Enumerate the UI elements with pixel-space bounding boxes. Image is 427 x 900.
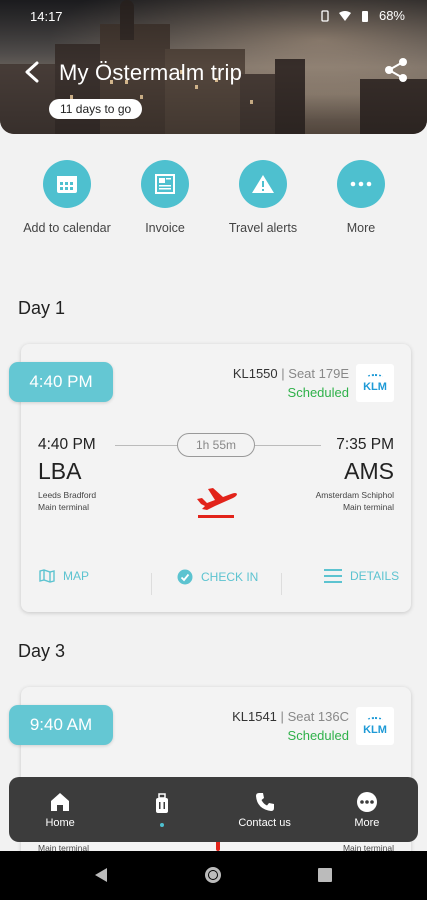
airline-logo: KLM — [356, 364, 394, 402]
header-banner: 14:17 68% My Östermalm trip 11 days to g… — [0, 0, 427, 134]
more-dots-icon — [356, 791, 377, 812]
more-actions-label: More — [346, 221, 376, 235]
trip-screen: 14:17 68% My Östermalm trip 11 days to g… — [0, 0, 427, 900]
battery-icon — [361, 10, 368, 22]
map-icon — [39, 569, 55, 583]
check-in-button[interactable]: CHECK IN — [177, 569, 258, 585]
flight-number: KL1541 | Seat 136C — [232, 709, 349, 724]
nav-more-label: More — [354, 816, 380, 829]
route-line-right — [255, 445, 321, 446]
flight-separator: | — [281, 366, 285, 381]
arrival-time: 7:35 PM — [336, 436, 394, 453]
flight-status: Scheduled — [287, 728, 349, 743]
departure-airport-code: LBA — [38, 458, 82, 484]
home-icon — [51, 792, 70, 811]
flight-code: KL1541 — [232, 709, 277, 724]
nav-more[interactable]: More — [316, 777, 418, 842]
map-button[interactable]: MAP — [39, 569, 89, 583]
arrival-airport-info: Amsterdam Schiphol Main terminal — [316, 489, 394, 513]
calendar-icon — [57, 176, 77, 193]
battery-level: 68% — [378, 8, 405, 23]
departure-terminal: Main terminal — [38, 502, 90, 512]
nav-contact[interactable]: Contact us — [214, 777, 316, 842]
bottom-navigation: Home Contact us More — [9, 777, 418, 842]
route-line-left — [115, 445, 177, 446]
vibrate-icon — [321, 9, 329, 22]
flight-duration: 1h 55m — [177, 433, 255, 457]
travel-alerts-label: Travel alerts — [228, 221, 298, 235]
luggage-icon — [156, 792, 169, 813]
airplane-takeoff-icon — [197, 488, 237, 518]
invoice-button[interactable]: Invoice — [116, 160, 214, 235]
share-icon[interactable] — [383, 57, 409, 83]
flight-number: KL1550 | Seat 179E — [233, 366, 349, 381]
status-bar: 14:17 68% — [0, 0, 427, 32]
phone-icon — [255, 792, 274, 811]
system-back-icon[interactable] — [94, 867, 108, 883]
alert-icon — [252, 175, 274, 193]
departure-time-badge: 4:40 PM — [9, 362, 113, 402]
quick-actions: Add to calendar Invoice Travel alerts Mo… — [0, 160, 427, 235]
back-arrow-icon[interactable] — [22, 60, 44, 84]
nav-home[interactable]: Home — [9, 777, 111, 842]
departure-time: 4:40 PM — [38, 436, 96, 453]
departure-airport-info: Leeds Bradford Main terminal — [38, 489, 96, 513]
list-icon — [324, 569, 342, 583]
map-label: MAP — [63, 569, 90, 583]
arrival-terminal: Main terminal — [342, 502, 394, 512]
nav-trips[interactable] — [111, 777, 213, 842]
day-heading: Day 3 — [18, 641, 66, 661]
more-actions-button[interactable]: More — [312, 160, 410, 235]
airline-logo: KLM — [356, 707, 394, 745]
arrival-airport-code: AMS — [344, 458, 394, 484]
nav-contact-label: Contact us — [238, 816, 291, 829]
check-in-label: CHECK IN — [201, 570, 259, 584]
system-recents-icon[interactable] — [318, 868, 332, 882]
travel-alerts-button[interactable]: Travel alerts — [214, 160, 312, 235]
active-indicator — [160, 822, 165, 827]
wifi-icon — [338, 10, 351, 21]
invoice-label: Invoice — [145, 221, 185, 235]
trip-title: My Östermalm trip — [59, 60, 243, 85]
system-navigation-bar — [0, 851, 427, 900]
countdown-badge: 11 days to go — [49, 99, 143, 119]
check-circle-icon — [177, 569, 193, 585]
add-to-calendar-label: Add to calendar — [23, 221, 111, 235]
flight-card-actions: MAP CHECK IN DETAILS — [21, 569, 411, 599]
add-to-calendar-button[interactable]: Add to calendar — [18, 160, 116, 235]
status-time: 14:17 — [30, 9, 63, 24]
details-label: DETAILS — [350, 569, 400, 583]
details-button[interactable]: DETAILS — [324, 569, 399, 583]
arrival-airport-name: Amsterdam Schiphol — [315, 490, 394, 500]
flight-card[interactable]: 4:40 PM KL1550 | Seat 179E Scheduled KLM… — [9, 344, 411, 612]
nav-home-label: Home — [45, 816, 75, 829]
more-icon — [350, 181, 372, 187]
departure-airport-name: Leeds Bradford — [38, 490, 97, 500]
seat-number: Seat 136C — [287, 709, 349, 724]
flight-code: KL1550 — [232, 366, 278, 381]
flight-status: Scheduled — [287, 385, 349, 400]
day-heading: Day 1 — [18, 298, 66, 318]
system-home-icon[interactable] — [204, 866, 222, 884]
invoice-icon — [155, 174, 175, 194]
departure-time-badge: 9:40 AM — [9, 705, 113, 745]
seat-number: Seat 179E — [288, 366, 349, 381]
flight-separator: | — [280, 709, 284, 724]
